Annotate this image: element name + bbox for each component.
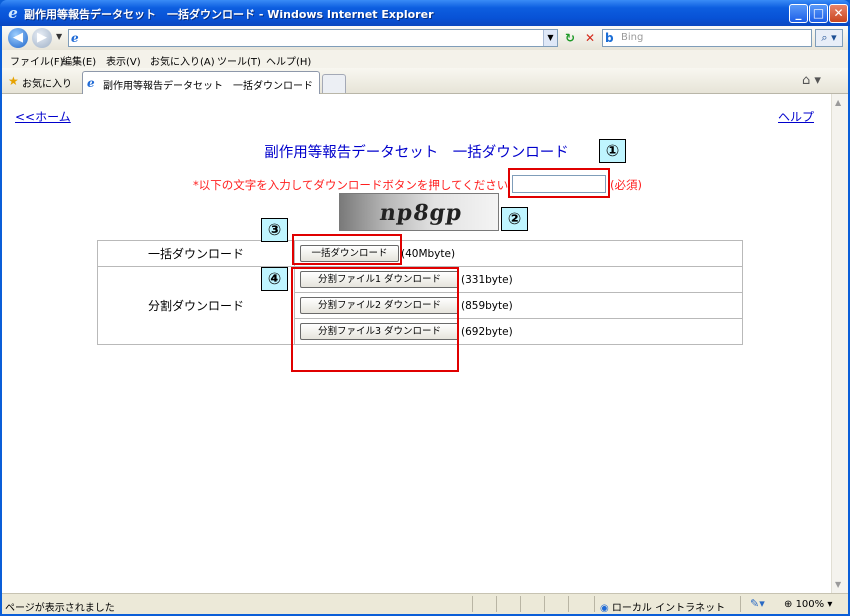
address-dropdown-icon[interactable]: ▼ — [543, 30, 557, 46]
annotation-box-3 — [292, 234, 402, 265]
maximize-button[interactable]: □ — [809, 4, 828, 23]
split-file2-size: (859byte) — [461, 299, 513, 312]
annotation-box-4 — [291, 267, 459, 372]
zoom-level[interactable]: ⊕ 100% ▾ — [784, 599, 832, 610]
status-divider — [544, 596, 545, 612]
bulk-size: (40Mbyte) — [401, 247, 456, 260]
ie-logo-icon: e — [8, 4, 18, 22]
page-content: <<ホーム ヘルプ 副作用等報告データセット 一括ダウンロード *以下の文字を入… — [2, 94, 831, 593]
favorites-button[interactable]: お気に入り — [22, 75, 72, 90]
status-divider — [520, 596, 521, 612]
page-title: 副作用等報告データセット 一括ダウンロード — [264, 145, 569, 161]
favorites-bar: ★ お気に入り e 副作用等報告データセット 一括ダウンロード ⌂ ▾ — [2, 68, 848, 94]
back-icon[interactable]: ◀ — [8, 28, 28, 48]
security-zone[interactable]: ◉ ローカル イントラネット — [600, 599, 725, 614]
forward-icon[interactable]: ▶ — [32, 28, 52, 48]
status-divider — [594, 596, 595, 612]
search-input[interactable]: b Bing — [602, 29, 812, 47]
search-button[interactable]: ⌕ ▾ — [815, 29, 843, 47]
split-file3-size: (692byte) — [461, 325, 513, 338]
help-link[interactable]: ヘルプ — [778, 108, 814, 125]
stop-icon[interactable]: ✕ — [581, 29, 599, 47]
bing-icon: b — [605, 31, 614, 45]
bulk-download-label: 一括ダウンロード — [97, 240, 295, 267]
minimize-button[interactable]: _ — [789, 4, 808, 23]
annotation-badge-2: ② — [501, 207, 528, 231]
annotation-badge-3: ③ — [261, 218, 288, 242]
zoom-value: 100% — [795, 599, 825, 610]
menu-view[interactable]: 表示(V) — [106, 53, 141, 68]
annotation-badge-1: ① — [599, 139, 626, 163]
refresh-icon[interactable]: ↻ — [561, 29, 579, 47]
status-bar: ページが表示されました ◉ ローカル イントラネット ✎▾ ⊕ 100% ▾ — [2, 593, 848, 614]
history-dropdown-icon[interactable]: ▼ — [56, 32, 62, 41]
window-title: 副作用等報告データセット 一括ダウンロード - Windows Internet… — [24, 8, 434, 21]
menu-bar: ファイル(F) 編集(E) 表示(V) お気に入り(A) ツール(T) ヘルプ(… — [2, 50, 848, 68]
table-row: 一括ダウンロード 一括ダウンロード (40Mbyte) — [97, 240, 743, 267]
menu-edit[interactable]: 編集(E) — [62, 53, 96, 68]
status-divider — [472, 596, 473, 612]
search-placeholder: Bing — [621, 32, 644, 43]
title-bar: e 副作用等報告データセット 一括ダウンロード - Windows Intern… — [0, 0, 850, 26]
browser-frame: ◀ ▶ ▼ e ▼ ↻ ✕ b Bing ⌕ ▾ ファイル(F) 編集(E) 表… — [2, 26, 848, 614]
annotation-box-1 — [508, 168, 610, 198]
tab-page-icon: e — [87, 76, 95, 90]
captcha-image: np8gp — [339, 193, 499, 231]
scroll-down-icon[interactable]: ▼ — [835, 580, 841, 589]
zone-label: ローカル イントラネット — [611, 603, 726, 614]
tab-title: 副作用等報告データセット 一括ダウンロード — [103, 81, 313, 92]
status-text: ページが表示されました — [5, 603, 115, 614]
status-divider — [568, 596, 569, 612]
tab-current[interactable]: e 副作用等報告データセット 一括ダウンロード — [82, 71, 320, 94]
vertical-scrollbar[interactable]: ▲ ▼ — [831, 94, 848, 593]
required-label: (必須) — [610, 178, 642, 192]
split-file1-size: (331byte) — [461, 273, 513, 286]
status-divider — [740, 596, 741, 612]
captcha-instruction: *以下の文字を入力してダウンロードボタンを押してください — [193, 178, 509, 192]
home-icon[interactable]: ⌂ ▾ — [802, 73, 821, 88]
page-icon: e — [71, 31, 79, 45]
annotation-badge-4: ④ — [261, 267, 288, 291]
menu-tools[interactable]: ツール(T) — [217, 53, 261, 68]
captcha-text: np8gp — [378, 200, 465, 226]
address-row: ◀ ▶ ▼ e ▼ ↻ ✕ b Bing ⌕ ▾ — [2, 26, 848, 50]
status-divider — [496, 596, 497, 612]
address-bar[interactable]: e ▼ — [68, 29, 558, 47]
protected-mode-icon[interactable]: ✎▾ — [750, 597, 765, 610]
favorites-star-icon[interactable]: ★ — [8, 74, 19, 88]
close-button[interactable]: ✕ — [829, 4, 848, 23]
intranet-icon: ◉ — [600, 603, 609, 614]
scroll-up-icon[interactable]: ▲ — [835, 98, 841, 107]
home-link[interactable]: <<ホーム — [15, 108, 71, 125]
menu-help[interactable]: ヘルプ(H) — [266, 53, 311, 68]
menu-file[interactable]: ファイル(F) — [10, 53, 64, 68]
menu-favorites[interactable]: お気に入り(A) — [150, 53, 215, 68]
new-tab-button[interactable] — [322, 74, 346, 93]
